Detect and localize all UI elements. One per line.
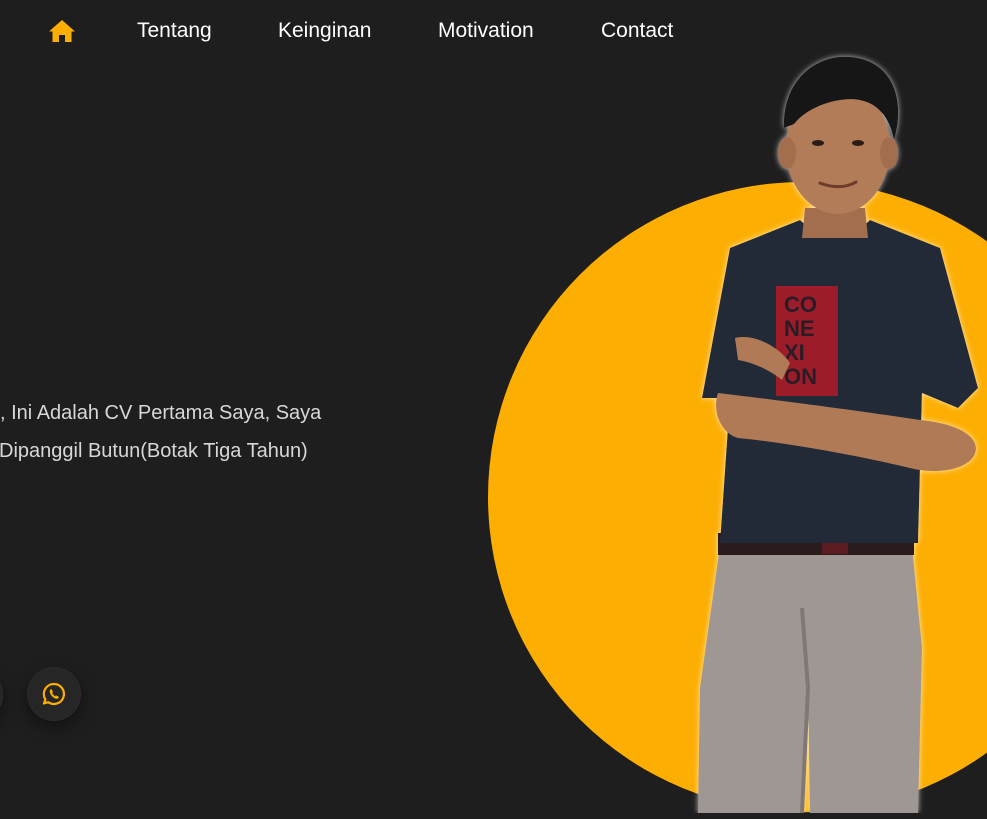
page: Tentang Keinginan Motivation Contact , I… [0,0,987,819]
shirt-print-2: NE [784,316,815,341]
home-link[interactable] [48,19,76,43]
social-button[interactable] [0,668,3,722]
nav-link-tentang[interactable]: Tentang [137,18,212,44]
nav-link-keinginan[interactable]: Keinginan [278,18,371,44]
shirt-print-1: CO [784,292,817,317]
nav-link-contact[interactable]: Contact [601,18,673,44]
home-icon [49,20,75,42]
intro-line-2: Dipanggil Butun(Botak Tiga Tahun) [0,440,308,462]
shirt-print-4: ON [784,364,817,389]
whatsapp-icon [42,682,65,706]
profile-photo: CO NE XI ON [698,56,978,813]
intro-line-1: , Ini Adalah CV Pertama Saya, Saya [0,402,322,424]
whatsapp-button[interactable] [27,667,81,721]
nav-link-motivation[interactable]: Motivation [438,18,534,44]
